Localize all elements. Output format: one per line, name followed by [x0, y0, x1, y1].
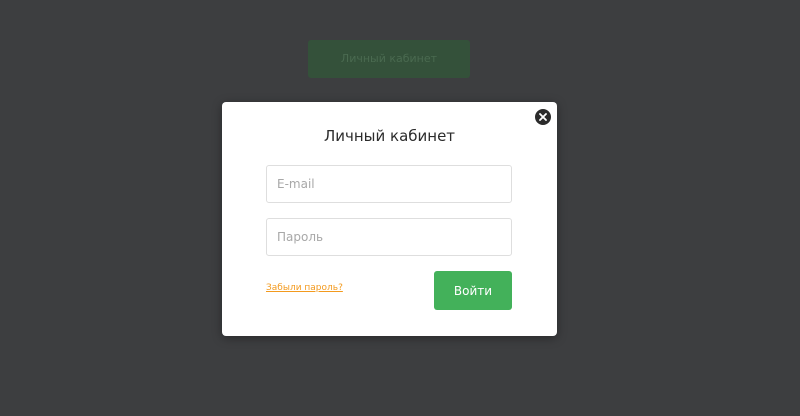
- forgot-password-link[interactable]: Забыли пароль?: [266, 283, 343, 293]
- email-field[interactable]: [266, 165, 512, 203]
- close-button[interactable]: [534, 108, 552, 126]
- login-button[interactable]: Войти: [434, 271, 512, 310]
- login-modal: Личный кабинет Забыли пароль? Войти: [222, 102, 557, 336]
- password-field[interactable]: [266, 218, 512, 256]
- close-icon: [539, 113, 547, 121]
- modal-title: Личный кабинет: [323, 127, 456, 145]
- background-cabinet-button: Личный кабинет: [308, 40, 470, 78]
